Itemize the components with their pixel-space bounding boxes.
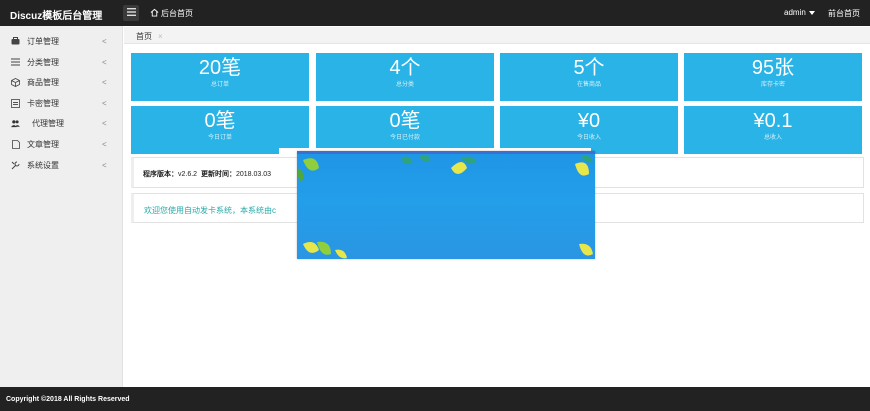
version-value: v2.6.2 — [178, 171, 198, 178]
stat-label: 在售商品 — [576, 82, 601, 88]
stat-total-income: ¥0.1 总收入 — [684, 106, 862, 154]
leaf-decoration-icon — [297, 154, 593, 259]
version-info: 程序版本：v2.6.2 更新时间：2018.03.03 — [143, 169, 271, 179]
footer: Copyright ©2018 All Rights Reserved — [0, 387, 870, 411]
stat-label: 今日收入 — [576, 135, 601, 141]
copyright-text: Copyright ©2018 All Rights Reserved — [6, 396, 130, 403]
tab-home[interactable]: 首页 × — [132, 30, 167, 43]
sidebar-item-products[interactable]: 商品管理 < — [0, 72, 123, 92]
user-menu[interactable]: admin — [784, 8, 815, 17]
sidebar-item-label: 订单管理 — [27, 36, 59, 46]
sidebar-item-articles[interactable]: 文章管理 < — [0, 134, 123, 154]
home-icon — [150, 8, 159, 19]
stat-total-orders: 20笔 总订单 — [131, 53, 309, 101]
stat-today-orders: 0笔 今日订单 — [131, 106, 309, 154]
close-icon[interactable]: × — [158, 32, 163, 41]
cube-icon — [11, 77, 20, 87]
stat-today-paid: 0笔 今日已付款 — [316, 106, 494, 154]
stat-label: 总订单 — [210, 82, 229, 88]
stat-label: 总分类 — [395, 82, 414, 88]
sidebar-item-label: 卡密管理 — [27, 98, 59, 108]
stat-value: 4个 — [389, 57, 421, 79]
stat-total-categories: 4个 总分类 — [316, 53, 494, 101]
user-name: admin — [784, 8, 806, 17]
sidebar-item-label: 系统设置 — [27, 160, 59, 170]
chevron-left-icon: < — [102, 57, 107, 67]
chevron-left-icon: < — [102, 77, 107, 87]
sidebar: 订单管理 < 分类管理 < 商品管理 < 卡密管理 < 代理管理 < 文章管理 … — [0, 26, 123, 387]
chevron-left-icon: < — [102, 36, 107, 46]
front-home-link[interactable]: 前台首页 — [828, 8, 860, 19]
tab-home-label: 首页 — [136, 32, 152, 41]
stat-card-stock: 95张 库存卡密 — [684, 53, 862, 101]
update-label: 更新时间： — [200, 171, 236, 178]
brand-title[interactable]: Discuz模板后台管理 — [10, 7, 102, 22]
breadcrumb: 首页 × — [124, 27, 870, 44]
top-navbar: Discuz模板后台管理 后台首页 admin 前台首页 — [0, 0, 870, 26]
order-icon — [11, 37, 20, 46]
chevron-left-icon: < — [102, 98, 107, 108]
sidebar-item-label: 分类管理 — [27, 57, 59, 67]
stat-label: 今日订单 — [207, 135, 232, 141]
stat-value: 5个 — [573, 57, 605, 79]
sidebar-item-settings[interactable]: 系统设置 < — [0, 155, 123, 175]
popup-banner[interactable] — [297, 151, 595, 259]
stat-label: 今日已付款 — [389, 135, 420, 141]
sidebar-item-categories[interactable]: 分类管理 < — [0, 52, 123, 72]
wrench-icon — [11, 161, 20, 170]
sidebar-item-orders[interactable]: 订单管理 < — [0, 31, 123, 51]
category-icon — [11, 58, 20, 67]
chevron-down-icon — [808, 10, 815, 15]
stat-label: 库存卡密 — [760, 82, 785, 88]
card-icon — [11, 98, 20, 108]
stat-value: 20笔 — [198, 57, 242, 79]
chevron-left-icon: < — [102, 160, 107, 170]
welcome-text: 欢迎您使用自动发卡系统，本系统由c — [144, 206, 276, 215]
stat-value: 0笔 — [389, 110, 421, 132]
sidebar-item-agents[interactable]: 代理管理 < — [0, 113, 123, 133]
stat-value: ¥0 — [577, 110, 601, 132]
users-icon — [11, 119, 20, 128]
sidebar-item-label: 商品管理 — [27, 77, 59, 87]
admin-home-link[interactable]: 后台首页 — [150, 8, 193, 19]
menu-toggle-button[interactable] — [123, 5, 139, 21]
document-icon — [11, 139, 20, 149]
chevron-left-icon: < — [102, 139, 107, 149]
sidebar-item-label: 代理管理 — [32, 118, 64, 128]
stat-products-on-sale: 5个 在售商品 — [500, 53, 678, 101]
version-label: 程序版本： — [143, 171, 178, 178]
hamburger-icon — [126, 8, 136, 18]
admin-home-label: 后台首页 — [161, 9, 193, 18]
stat-label: 总收入 — [763, 135, 782, 141]
stat-value: 0笔 — [204, 110, 236, 132]
chevron-left-icon: < — [102, 118, 107, 128]
stat-value: ¥0.1 — [753, 110, 793, 132]
stat-value: 95张 — [751, 57, 795, 79]
stat-today-income: ¥0 今日收入 — [500, 106, 678, 154]
sidebar-item-label: 文章管理 — [27, 139, 59, 149]
sidebar-item-cards[interactable]: 卡密管理 < — [0, 93, 123, 113]
update-value: 2018.03.03 — [235, 171, 272, 178]
